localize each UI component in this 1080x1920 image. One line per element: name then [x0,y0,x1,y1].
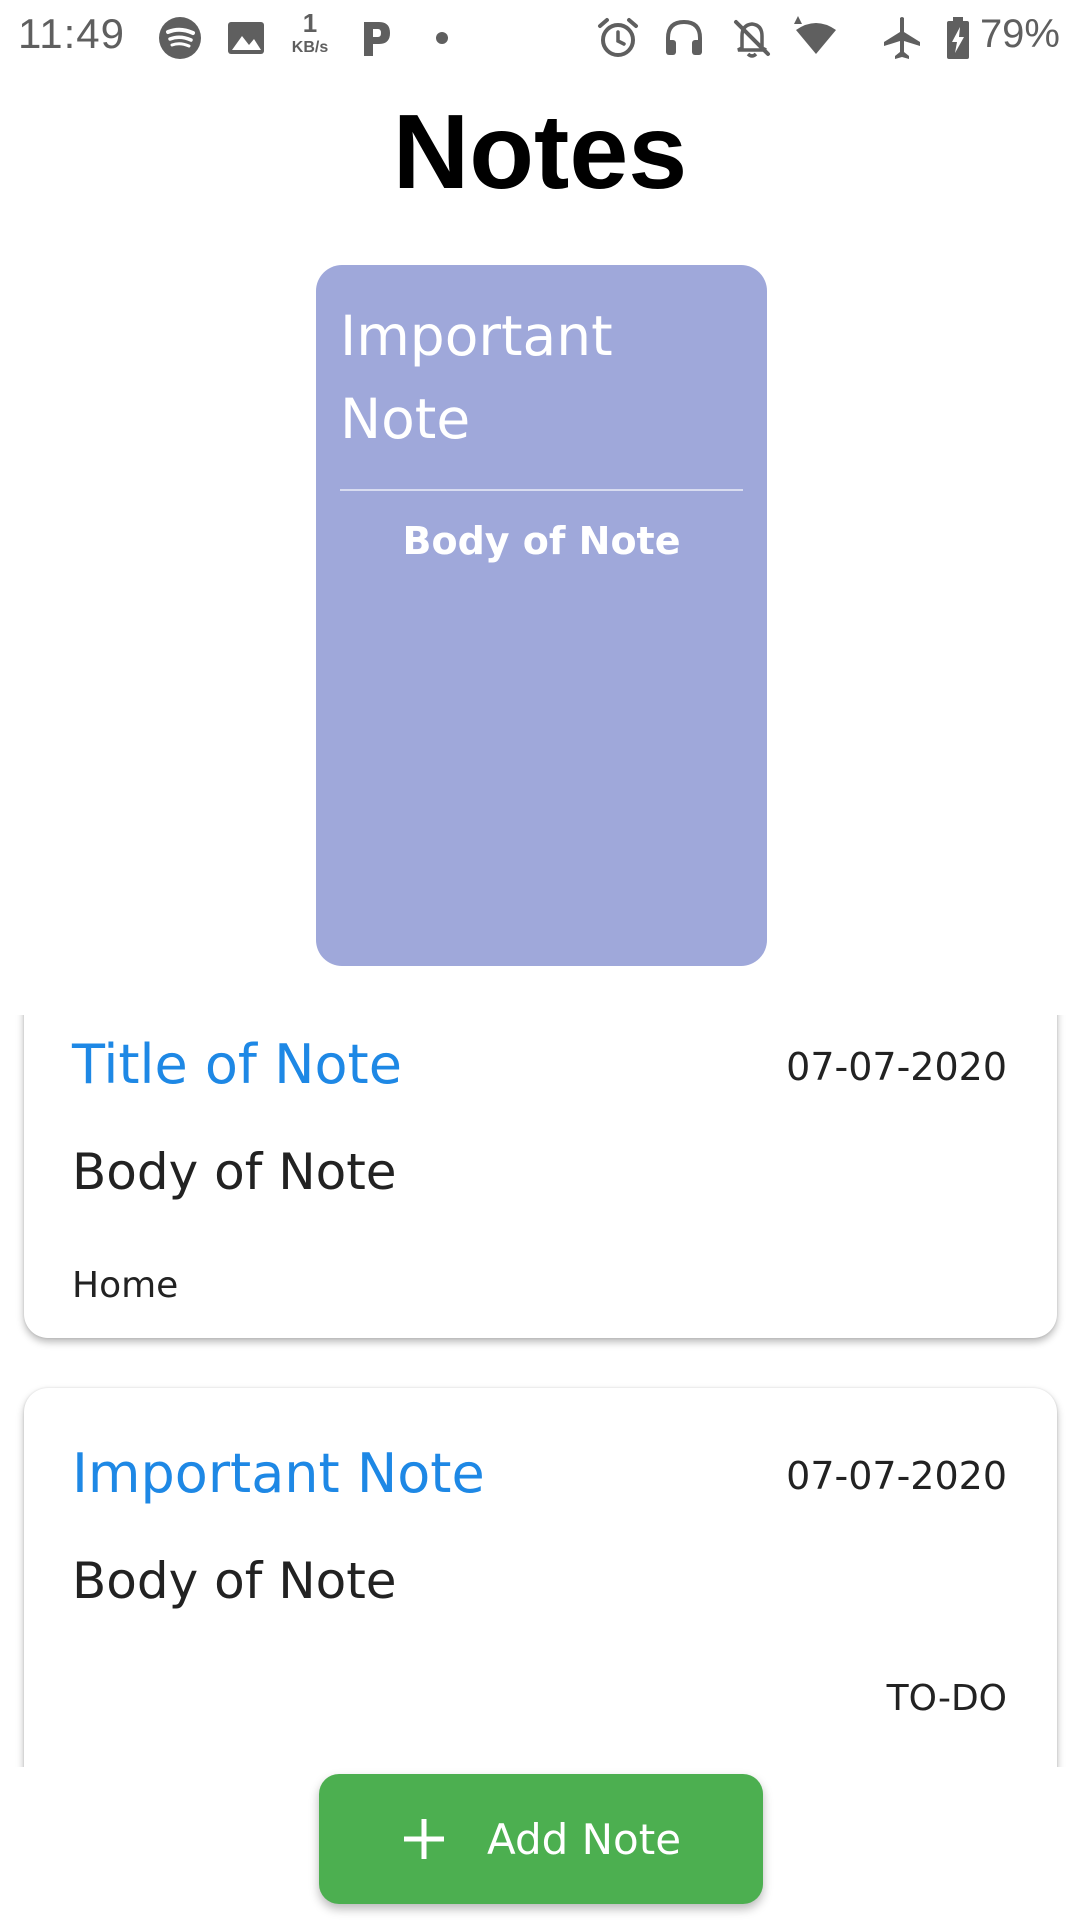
note-date: 07-07-2020 [786,1045,1007,1089]
note-tag: TO-DO [886,1678,1007,1719]
battery-charging-icon [934,14,982,62]
p-app-icon [352,14,400,62]
status-bar: 11:49 1 KB/s 79% [0,0,1080,76]
note-body: Body of Note [72,1552,397,1610]
plus-icon [401,1816,447,1862]
dot-icon [418,14,466,62]
net-speed-value: 1 [302,8,318,38]
add-note-button[interactable]: Add Note [319,1774,763,1904]
airplane-icon [878,14,926,62]
net-speed-unit: KB/s [291,39,329,56]
notifications-off-icon [728,14,776,62]
featured-note-card[interactable]: Important Note Body of Note [316,265,767,966]
notes-list[interactable]: Title of Note 07-07-2020 Body of Note Ho… [0,1015,1080,1767]
note-date: 07-07-2020 [786,1454,1007,1498]
note-card[interactable]: Important Note 07-07-2020 Body of Note T… [24,1388,1057,1767]
note-title: Important Note [72,1442,485,1505]
note-tag: Home [72,1265,179,1306]
kbs-indicator: 1 KB/s [286,10,334,56]
spotify-icon [156,14,204,62]
note-body: Body of Note [72,1143,397,1201]
status-time: 11:49 [18,10,125,57]
headphones-icon [660,14,708,62]
page-title: Notes [392,93,688,211]
battery-percent: 79% [979,12,1060,56]
note-card[interactable]: Title of Note 07-07-2020 Body of Note Ho… [24,1015,1057,1338]
gallery-icon [222,14,270,62]
featured-note-body: Body of Note [402,519,681,563]
featured-note-title: Important Note [340,304,613,451]
alarm-icon [594,14,642,62]
featured-note-divider [340,489,743,491]
wifi-icon [792,14,840,62]
add-note-label: Add Note [486,1814,682,1864]
note-title: Title of Note [72,1033,402,1096]
